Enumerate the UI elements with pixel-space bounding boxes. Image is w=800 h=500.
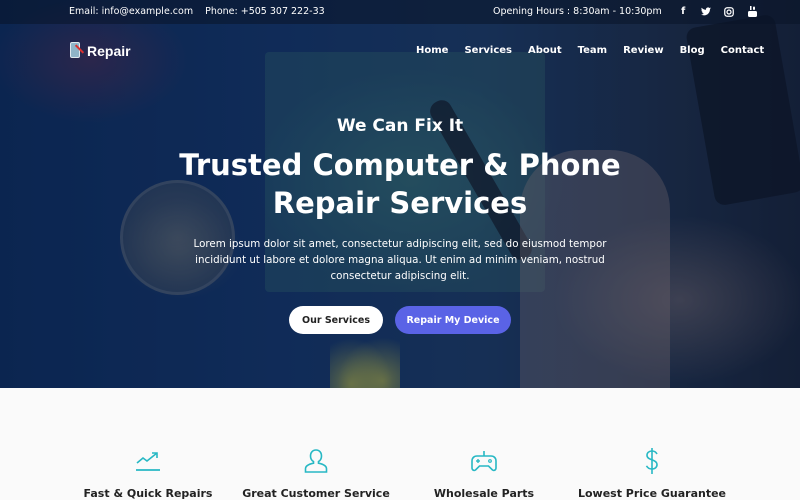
our-services-button[interactable]: Our Services [289,306,383,334]
youtube-icon[interactable] [747,6,758,17]
repair-my-device-button[interactable]: Repair My Device [395,306,511,334]
top-bar: Email: info@example.com Phone: +505 307 … [0,0,800,24]
nav-services[interactable]: Services [464,45,512,56]
feature-item: Lowest Price Guarantee [552,446,752,500]
hero-content: We Can Fix It Trusted Computer & Phone R… [0,116,800,334]
features-section: Fast & Quick Repairs Great Customer Serv… [0,388,800,500]
hero-description: Lorem ipsum dolor sit amet, consectetur … [193,238,607,282]
facebook-icon[interactable]: f [678,6,689,17]
hero-headline: Trusted Computer & Phone Repair Services [0,146,800,222]
nav-team[interactable]: Team [578,45,607,56]
hero-section: Email: info@example.com Phone: +505 307 … [0,0,800,388]
opening-hours: Opening Hours : 8:30am - 10:30pm [493,6,662,17]
repair-logo-icon [69,42,85,59]
contact-phone[interactable]: Phone: +505 307 222-33 [205,6,325,17]
dollar-icon [552,446,752,476]
hero-headline-line2: Repair Services [272,186,528,220]
feature-title: Lowest Price Guarantee [577,487,727,500]
hero-headline-line1: Trusted Computer & Phone [179,148,621,182]
instagram-icon[interactable] [724,6,735,17]
brand-name: Repair [87,42,131,59]
hero-kicker: We Can Fix It [336,116,464,136]
nav-contact[interactable]: Contact [721,45,765,56]
hero-buttons: Our Services Repair My Device [0,306,800,334]
twitter-icon[interactable] [701,6,712,17]
nav-review[interactable]: Review [623,45,663,56]
contact-email[interactable]: Email: info@example.com [69,6,193,17]
nav-blog[interactable]: Blog [680,45,705,56]
social-links: f [678,6,758,17]
main-nav: Home Services About Team Review Blog Con… [416,45,764,56]
nav-about[interactable]: About [528,45,562,56]
nav-home[interactable]: Home [416,45,448,56]
brand-logo[interactable]: Repair [69,42,131,59]
